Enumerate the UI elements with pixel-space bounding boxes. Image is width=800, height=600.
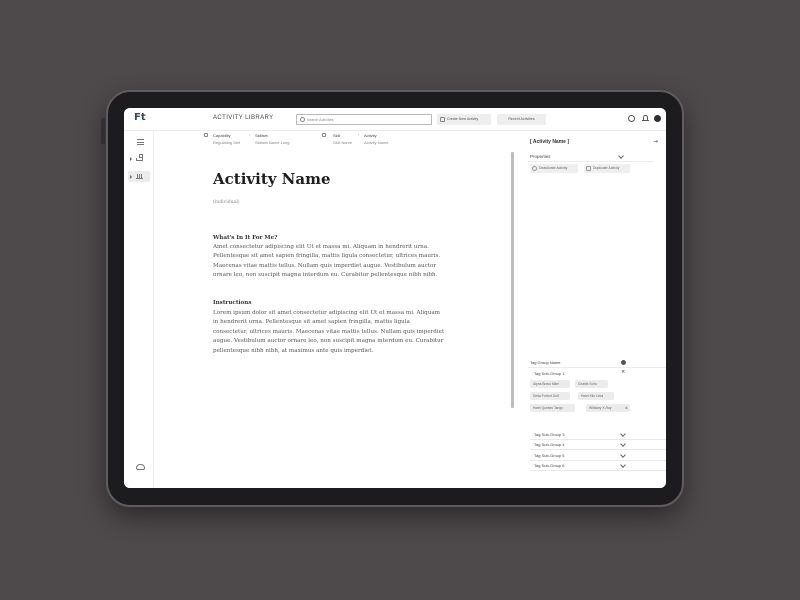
tag-chip[interactable]: Alpha Bravo Miler bbox=[530, 380, 570, 388]
capability-icon bbox=[204, 133, 208, 137]
tag-label: Delta Foxtrot Golf bbox=[533, 394, 559, 398]
breadcrumb-value: Skillset Name Long bbox=[255, 140, 290, 145]
top-bar: Ft ACTIVITY LIBRARY Create New Activity … bbox=[124, 108, 666, 131]
subgroup-label: Tag Sub-Group 4 bbox=[534, 442, 565, 447]
divider bbox=[528, 161, 654, 162]
tablet-side-button bbox=[101, 118, 105, 144]
subgroup-label: Tag Sub-Group 3 bbox=[534, 432, 565, 437]
recent-activities-button[interactable]: Recent Activities bbox=[497, 114, 546, 125]
caret-right-icon bbox=[130, 157, 132, 161]
activity-properties-panel: [ Activity Name ] → Properties Deactivat… bbox=[516, 131, 666, 488]
breadcrumb-key: Skill bbox=[333, 133, 341, 138]
caret-right-icon bbox=[130, 175, 132, 179]
tag-subgroup-3[interactable]: Tag Sub-Group 3 bbox=[530, 430, 666, 440]
tag-subgroup-5[interactable]: Tag Sub-Group 5 bbox=[530, 451, 666, 461]
breadcrumb-key: Skillset bbox=[255, 133, 268, 138]
tag-chip[interactable]: Hotel Quebec Tango bbox=[530, 404, 575, 412]
list-icon bbox=[137, 139, 144, 145]
tag-chip[interactable]: Hotel Kilo Lima bbox=[578, 392, 614, 400]
tag-chip[interactable]: Whiskey X-Ray ⊗ bbox=[586, 404, 630, 412]
duplicate-label: Duplicate Activity bbox=[593, 166, 620, 170]
page-title: Activity Name bbox=[213, 170, 331, 188]
sidebar-item-hierarchy[interactable] bbox=[128, 153, 150, 164]
subgroup-label: Tag Sub-Group 6 bbox=[534, 463, 565, 468]
chevron-down-icon[interactable] bbox=[618, 153, 624, 159]
subgroup-label: Tag Sub-Group 5 bbox=[534, 453, 565, 458]
deactivate-icon bbox=[532, 166, 537, 171]
duplicate-icon bbox=[586, 166, 591, 171]
search-icon bbox=[300, 117, 305, 122]
tag-label: Hotel Kilo Lima bbox=[581, 394, 604, 398]
chevron-down-icon bbox=[620, 441, 626, 447]
tag-label: Alpha Bravo Miler bbox=[533, 382, 560, 386]
add-icon bbox=[440, 117, 445, 122]
add-tag-icon[interactable] bbox=[621, 360, 626, 365]
tag-chip[interactable]: Delta Foxtrot Golf bbox=[530, 392, 570, 400]
breadcrumb-value: Regulating Self bbox=[213, 140, 241, 145]
remove-tag-icon[interactable]: ⊗ bbox=[625, 404, 628, 412]
chevron-down-icon bbox=[620, 452, 626, 458]
app-logo[interactable]: Ft bbox=[134, 112, 146, 123]
divider bbox=[528, 367, 666, 368]
breadcrumb-key: Activity bbox=[364, 133, 377, 138]
properties-label[interactable]: Properties bbox=[530, 154, 551, 159]
close-icon[interactable]: × bbox=[621, 369, 625, 375]
sidebar-rail bbox=[124, 131, 154, 488]
content-scrollbar[interactable] bbox=[511, 152, 514, 408]
sidebar-item-library[interactable] bbox=[128, 137, 150, 148]
section-heading-wiifm: What's In It For Me? bbox=[213, 235, 278, 241]
bell-icon[interactable] bbox=[642, 115, 649, 122]
bars-icon bbox=[136, 173, 143, 179]
app-title: ACTIVITY LIBRARY bbox=[213, 115, 274, 121]
chevron-down-icon bbox=[620, 462, 626, 468]
search-box[interactable] bbox=[296, 114, 432, 125]
cloud-upload-icon[interactable] bbox=[136, 464, 145, 470]
tag-chip[interactable]: Charlie Echo bbox=[575, 380, 608, 388]
tag-label: Whiskey X-Ray bbox=[589, 406, 612, 410]
tag-label: Hotel Quebec Tango bbox=[533, 406, 563, 410]
deactivate-label: Deactivate Activity bbox=[539, 166, 568, 170]
section-body-wiifm: Amet consectetur adipiscing elit Ut et m… bbox=[213, 244, 441, 279]
duplicate-activity-button[interactable]: Duplicate Activity bbox=[584, 164, 630, 173]
tag-subgroup-6[interactable]: Tag Sub-Group 6 bbox=[530, 461, 666, 471]
section-body-instructions: Lorem ipsum dolor sit amet consectetur a… bbox=[213, 310, 445, 354]
create-activity-button[interactable]: Create New Activity bbox=[437, 114, 491, 125]
skill-icon bbox=[322, 133, 326, 137]
activity-type: (individual) bbox=[213, 200, 240, 205]
tag-subgroup-4[interactable]: Tag Sub-Group 4 bbox=[530, 440, 666, 450]
panel-title: [ Activity Name ] bbox=[530, 139, 569, 145]
collapse-panel-icon[interactable]: → bbox=[653, 138, 658, 145]
tag-subgroup-1-label[interactable]: Tag Sub-Group 1 bbox=[534, 371, 564, 376]
avatar[interactable] bbox=[654, 115, 661, 122]
app-screen: Ft ACTIVITY LIBRARY Create New Activity … bbox=[124, 108, 666, 488]
breadcrumb-value: Skill Name bbox=[333, 140, 353, 145]
search-input[interactable] bbox=[307, 115, 429, 124]
hierarchy-icon bbox=[136, 154, 143, 161]
help-icon[interactable] bbox=[628, 115, 635, 122]
chevron-right-icon: › bbox=[249, 132, 251, 137]
sidebar-item-activities[interactable] bbox=[128, 171, 150, 182]
breadcrumb-key: Capability bbox=[213, 133, 231, 138]
chevron-right-icon: › bbox=[358, 132, 360, 137]
section-heading-instructions: Instructions bbox=[213, 300, 252, 306]
tag-label: Charlie Echo bbox=[578, 382, 597, 386]
tag-group-name: Tag Group Name bbox=[530, 360, 561, 365]
deactivate-activity-button[interactable]: Deactivate Activity bbox=[530, 164, 578, 173]
breadcrumb-value: Activity Name bbox=[364, 140, 389, 145]
create-activity-label: Create New Activity bbox=[447, 117, 479, 121]
chevron-down-icon bbox=[620, 431, 626, 437]
